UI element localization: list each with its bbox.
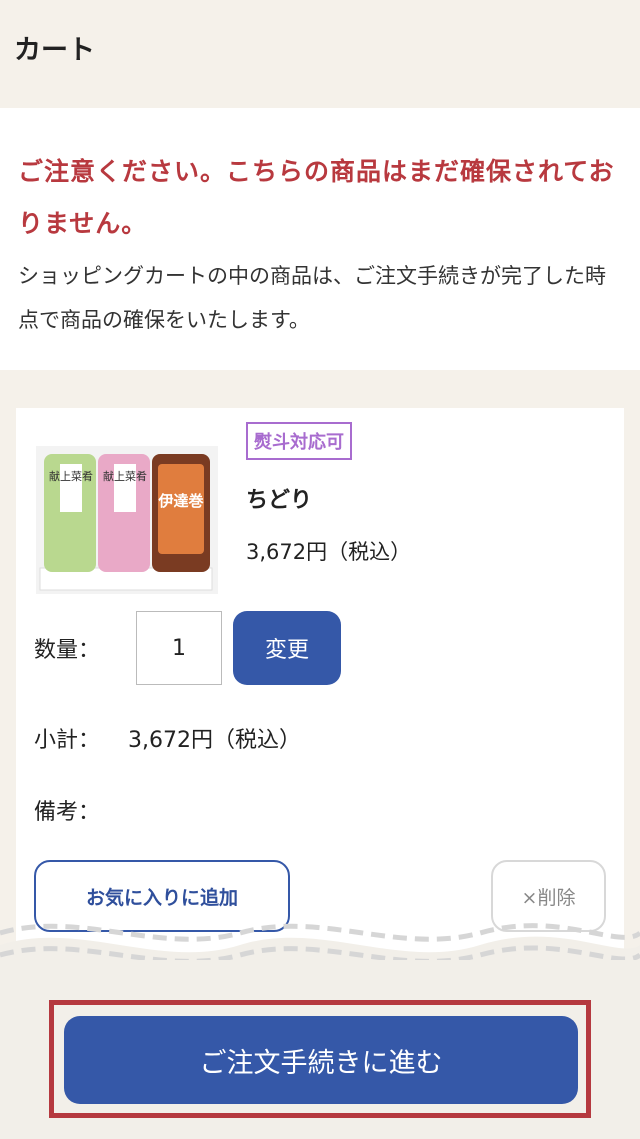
checkout-button[interactable]: ご注文手続きに進む	[64, 1016, 578, 1104]
cart-notice: ご注意ください。こちらの商品はまだ確保されておりません。 ショッピングカートの中…	[0, 108, 640, 370]
change-quantity-button[interactable]: 変更	[233, 611, 341, 685]
product-image[interactable]: 献上菜肴 献上菜肴 伊達巻	[36, 446, 218, 594]
noshi-badge: 熨斗対応可	[246, 422, 352, 460]
notice-warning: ご注意ください。こちらの商品はまだ確保されておりません。	[18, 157, 615, 238]
product-price: 3,672円（税込）	[246, 540, 412, 564]
product-name[interactable]: ちどり	[246, 482, 312, 514]
subtotal-row: 小計： 3,672円（税込）	[34, 722, 301, 754]
cart-item-card: 献上菜肴 献上菜肴 伊達巻 熨斗対応可 ちどり 3,672円（税込） 数量： 変…	[16, 408, 624, 968]
subtotal-label: 小計：	[34, 728, 101, 753]
subtotal-value: 3,672円（税込）	[128, 728, 301, 753]
image-label-2: 献上菜肴	[103, 469, 147, 483]
remarks-label: 備考：	[34, 800, 101, 825]
image-label-3: 伊達巻	[157, 492, 203, 510]
quantity-input[interactable]	[136, 611, 222, 685]
page-title: カート	[14, 35, 95, 66]
notice-body: ショッピングカートの中の商品は、ご注文手続きが完了した時点で商品の確保をいたしま…	[18, 264, 606, 332]
image-label-1: 献上菜肴	[49, 469, 93, 483]
quantity-label: 数量：	[34, 638, 101, 663]
